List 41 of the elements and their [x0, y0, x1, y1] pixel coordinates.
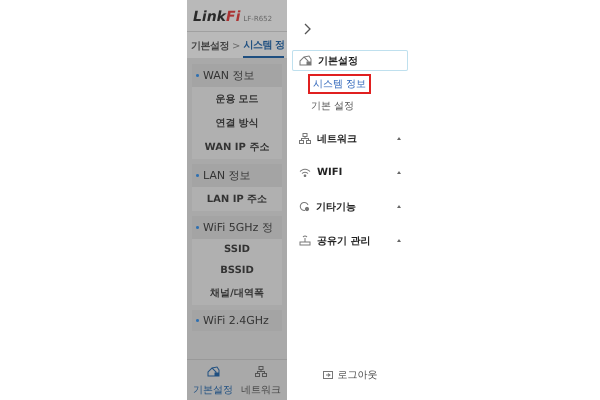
submenu-item[interactable]: 기본 설정 — [308, 98, 358, 114]
info-label: WAN IP 주소 — [204, 141, 270, 155]
nav-item[interactable]: 기본설정 — [191, 366, 235, 394]
network-icon — [255, 366, 267, 377]
submenu-item[interactable]: 시스템 정보 — [308, 74, 372, 94]
section-header: WAN 정보 — [192, 64, 282, 87]
menu-item[interactable]: WIFI — [292, 162, 408, 183]
breadcrumb-tab[interactable]: 기본설정 — [191, 39, 229, 57]
wifi-icon — [299, 168, 311, 177]
logout-button[interactable]: 로그아웃 — [322, 368, 378, 382]
caret-icon — [397, 171, 401, 174]
breadcrumb-tab[interactable]: 시스템 정 — [243, 38, 284, 58]
chevron-right-icon[interactable] — [302, 22, 312, 36]
info-label: SSID — [223, 243, 251, 257]
bullet-icon — [196, 319, 199, 322]
caret-icon — [397, 205, 401, 208]
section-header: WiFi 5GHz 정 — [192, 216, 282, 239]
info-label: 연결 방식 — [214, 117, 260, 131]
menu-item[interactable]: 네트워크 — [292, 128, 408, 149]
logo: LinkFi — [193, 9, 240, 25]
logout-icon — [322, 371, 332, 379]
bullet-icon — [196, 74, 199, 77]
info-label: 채널/대역폭 — [209, 287, 265, 301]
caret-icon — [397, 239, 401, 242]
home-icon — [206, 366, 220, 377]
caret-icon — [397, 137, 401, 140]
info-label: BSSID — [219, 264, 255, 278]
network-icon — [299, 133, 311, 144]
nav-item[interactable]: 네트워크 — [239, 366, 283, 394]
router-icon — [299, 235, 311, 246]
bullet-icon — [196, 226, 199, 229]
menu-item[interactable]: 공유기 관리 — [292, 230, 408, 251]
menu-item[interactable]: 기타기능 — [292, 196, 408, 217]
bullet-icon — [196, 174, 199, 177]
info-label: 운용 모드 — [214, 93, 260, 107]
breadcrumb-separator: > — [232, 40, 240, 54]
section-header: LAN 정보 — [192, 164, 282, 187]
info-label: LAN IP 주소 — [206, 193, 268, 207]
section-header: WiFi 2.4GHz — [192, 310, 282, 331]
menu-item[interactable]: 기본설정 — [292, 50, 408, 71]
home-icon — [299, 55, 312, 66]
